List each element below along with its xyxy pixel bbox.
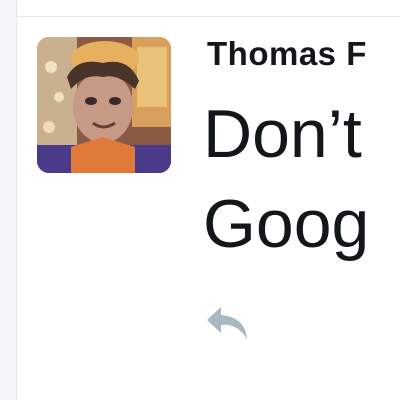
avatar[interactable] <box>37 37 171 173</box>
tweet-text: Don’t Goog <box>203 89 369 269</box>
avatar-photo <box>37 37 171 173</box>
tweet-card[interactable]: Thomas F Don’t Goog <box>16 16 400 400</box>
reply-button[interactable] <box>205 303 255 343</box>
author-display-name[interactable]: Thomas F <box>207 35 367 73</box>
tweet-text-line-1: Don’t <box>203 96 362 172</box>
reply-arrow-icon <box>207 307 247 339</box>
tweet-text-line-2: Goog <box>203 186 370 262</box>
timeline: Thomas F Don’t Goog <box>0 0 400 400</box>
